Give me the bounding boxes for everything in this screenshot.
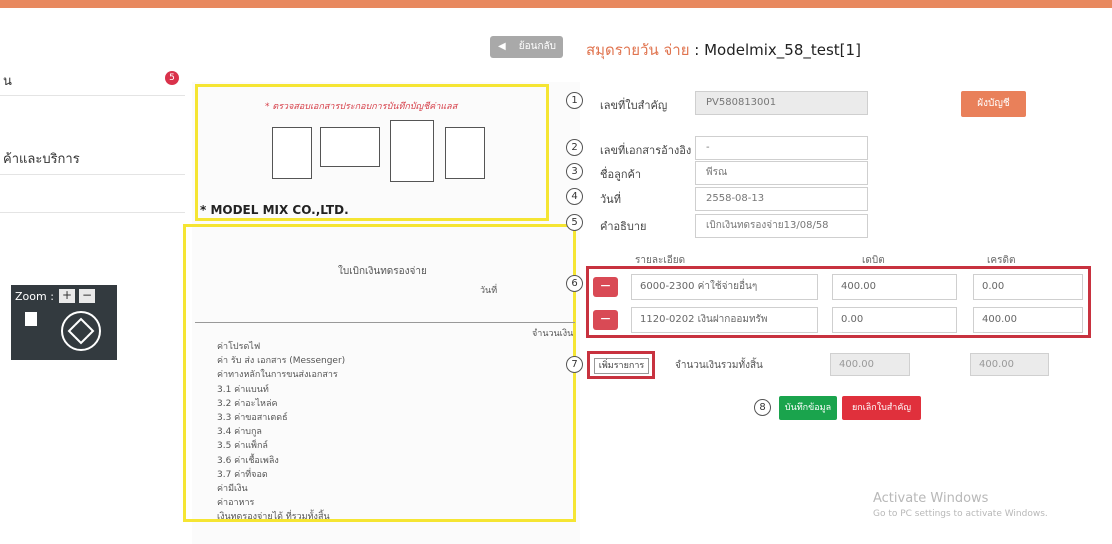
credit-field[interactable]: 400.00 — [973, 307, 1083, 333]
document-thumbnail — [272, 127, 312, 179]
total-debit-field: 400.00 — [830, 353, 910, 376]
sidebar-item-products-services[interactable]: ค้าและบริการ — [0, 130, 185, 175]
sidebar-item-3[interactable] — [0, 175, 185, 213]
account-field[interactable]: 1120-0202 เงินฝากออมทรัพ — [631, 307, 818, 333]
table-rule — [195, 322, 575, 323]
debit-field[interactable]: 400.00 — [832, 274, 957, 300]
date-field[interactable]: 2558-08-13 — [695, 187, 868, 211]
top-accent-bar — [0, 0, 1112, 8]
step-marker: 2 — [566, 139, 583, 156]
total-credit-field: 400.00 — [970, 353, 1049, 376]
remove-row-button[interactable]: − — [593, 310, 618, 330]
debit-field[interactable]: 0.00 — [832, 307, 957, 333]
voucher-no-label: เลขที่ใบสำคัญ — [600, 99, 668, 112]
cancel-voucher-button[interactable]: ยกเลิกใบสำคัญ — [842, 396, 921, 420]
step-marker: 6 — [566, 275, 583, 292]
back-arrow-icon: ◀ — [498, 41, 506, 52]
zoom-in-button[interactable]: + — [59, 289, 75, 303]
sidebar-item-label: น — [3, 74, 12, 89]
voucher-title: ใบเบิกเงินทดรองจ่าย — [338, 266, 427, 277]
description-label: คำอธิบาย — [600, 220, 647, 233]
document-thumbnail — [445, 127, 485, 179]
sidebar-item-1[interactable]: น — [0, 58, 185, 96]
step-marker: 4 — [566, 188, 583, 205]
total-label: จำนวนเงินรวมทั้งสิ้น — [675, 360, 763, 371]
chart-of-accounts-button[interactable]: ผังบัญชี — [961, 91, 1026, 117]
credit-field[interactable]: 0.00 — [973, 274, 1083, 300]
account-field[interactable]: 6000-2300 ค่าใช้จ่ายอื่นๆ — [631, 274, 818, 300]
document-note: * ตรวจสอบเอกสารประกอบการบันทึกบัญชีค่าแล… — [265, 102, 458, 112]
trash-icon[interactable] — [25, 312, 37, 326]
zoom-panel: Zoom : + − — [11, 285, 117, 360]
sidebar-item-label: ค้าและบริการ — [3, 152, 80, 167]
step-marker: 1 — [566, 92, 583, 109]
activate-windows-watermark: Activate Windows Go to PC settings to ac… — [873, 491, 1048, 519]
add-row-button[interactable]: เพิ่มรายการ — [594, 358, 649, 374]
pan-arrows-icon — [67, 317, 95, 345]
date-label: วันที่ — [600, 193, 621, 206]
notification-badge: 5 — [165, 71, 179, 85]
zoom-out-button[interactable]: − — [79, 289, 95, 303]
document-thumbnail — [390, 120, 434, 182]
voucher-col-total: จำนวนเงิน — [532, 329, 574, 339]
document-thumbnail — [320, 127, 380, 167]
remove-row-button[interactable]: − — [593, 277, 618, 297]
back-button[interactable]: ◀ ย้อนกลับ — [490, 36, 563, 58]
reference-doc-label: เลขที่เอกสารอ้างอิง — [600, 144, 692, 157]
save-button[interactable]: บันทึกข้อมูล — [779, 396, 837, 420]
step-marker: 3 — [566, 163, 583, 180]
voucher-no-field[interactable]: PV580813001 — [695, 91, 868, 115]
step-marker: 5 — [566, 214, 583, 231]
voucher-date-label: วันที่ — [480, 286, 498, 296]
add-row-highlight: เพิ่มรายการ — [587, 351, 655, 379]
page-title: สมุดรายวัน จ่าย : Modelmix_58_test[1] — [586, 41, 861, 59]
zoom-label: Zoom : — [15, 290, 54, 303]
voucher-rows: ค่าโปรดไฟ ค่า รับ ส่ง เอกสาร (Messenger)… — [217, 342, 346, 523]
company-name: * MODEL MIX CO.,LTD. — [200, 203, 349, 217]
customer-name-label: ชื่อลูกค้า — [600, 168, 642, 181]
description-field[interactable]: เบิกเงินทดรองจ่าย13/08/58 — [695, 214, 868, 238]
reference-doc-field[interactable]: - — [695, 136, 868, 160]
step-marker: 7 — [566, 356, 583, 373]
pan-control-icon[interactable] — [61, 311, 101, 351]
step-marker: 8 — [754, 399, 771, 416]
customer-name-field[interactable]: พีรณ — [695, 161, 868, 185]
